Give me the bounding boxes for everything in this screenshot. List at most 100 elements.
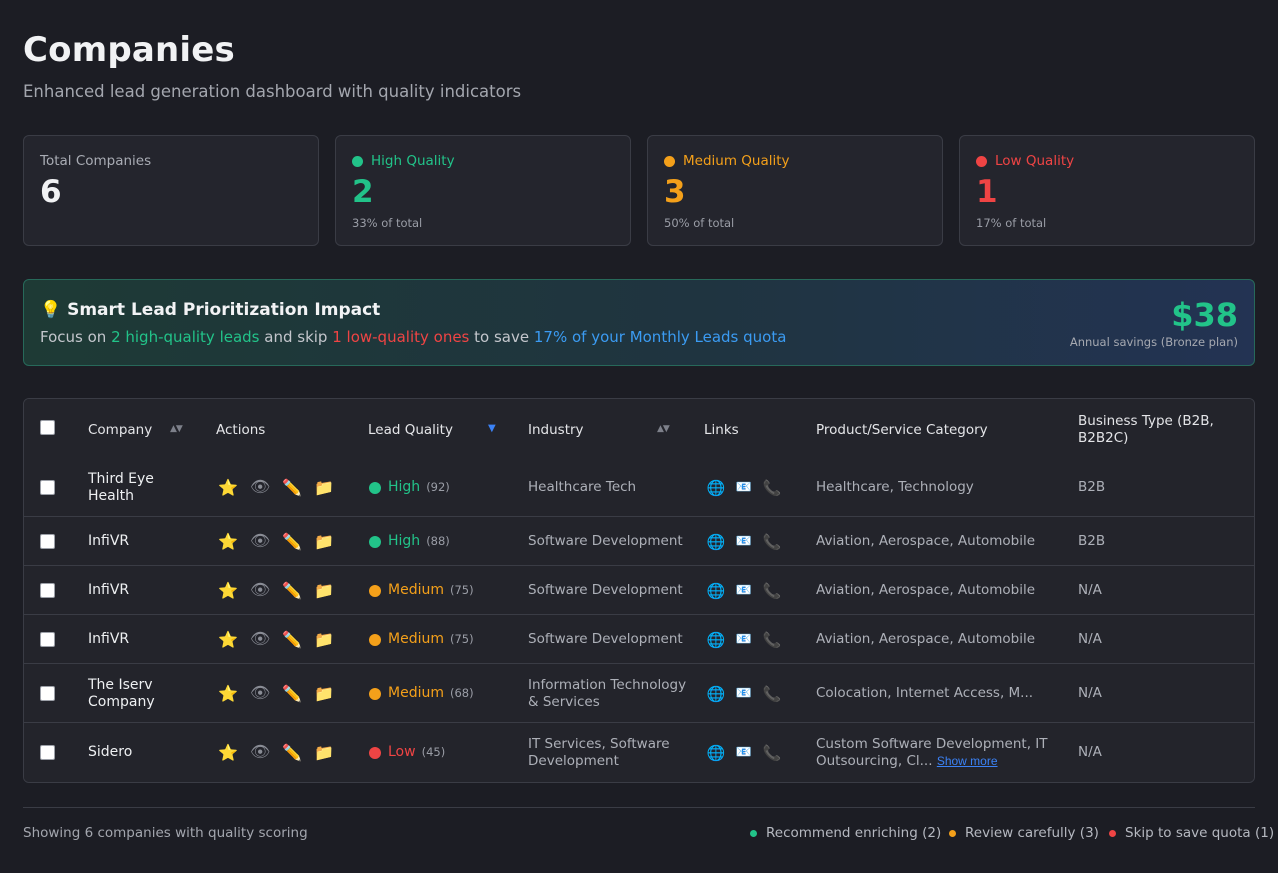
email-icon[interactable]: 📧: [734, 479, 754, 497]
star-icon[interactable]: ⭐: [218, 684, 238, 703]
row-checkbox[interactable]: [40, 582, 55, 598]
lead-quality: Low (45): [388, 744, 445, 761]
table-row[interactable]: InfiVR ⭐ 👁 ✏️ 📁 Medium (75) Software Developmen…: [24, 566, 1254, 615]
email-icon[interactable]: 📧: [734, 582, 754, 600]
globe-icon[interactable]: 🌐: [706, 533, 726, 551]
email-icon[interactable]: 📧: [734, 685, 754, 703]
phone-icon[interactable]: 📞: [762, 685, 782, 703]
row-checkbox[interactable]: [40, 685, 55, 701]
category-text: Aviation, Aerospace, Automobile: [816, 630, 1036, 647]
row-checkbox[interactable]: [40, 631, 55, 647]
globe-icon[interactable]: 🌐: [706, 631, 726, 649]
quality-dot-icon: [369, 746, 381, 759]
column-header-lead-quality[interactable]: Lead Quality: [368, 422, 453, 439]
quality-score: (92): [426, 479, 450, 494]
email-icon[interactable]: 📧: [734, 744, 754, 762]
company-name[interactable]: Sidero: [88, 744, 178, 761]
industry: Information Technology & Services: [528, 676, 687, 710]
legend-skip: Skip to save quota (1): [1109, 825, 1274, 841]
footer-divider: [23, 807, 1255, 808]
folder-icon[interactable]: 📁: [314, 478, 334, 497]
star-icon[interactable]: ⭐: [218, 581, 238, 600]
eye-icon[interactable]: 👁: [250, 477, 270, 496]
phone-icon[interactable]: 📞: [762, 631, 782, 649]
phone-icon[interactable]: 📞: [762, 582, 782, 600]
quality-score: (45): [421, 744, 446, 759]
company-name[interactable]: InfiVR: [88, 533, 178, 550]
category: Aviation, Aerospace, Automobile: [816, 582, 1056, 599]
folder-icon[interactable]: 📁: [314, 743, 334, 762]
column-header-company[interactable]: Company: [88, 422, 152, 439]
phone-icon[interactable]: 📞: [762, 479, 782, 497]
red-dot-icon: [1109, 829, 1116, 837]
star-icon[interactable]: ⭐: [218, 478, 238, 497]
eye-icon[interactable]: 👁: [250, 580, 270, 599]
stat-subtext: 33% of total: [352, 216, 423, 230]
quality-label: High: [388, 532, 421, 549]
industry: Software Development: [528, 581, 683, 598]
globe-icon[interactable]: 🌐: [706, 582, 726, 600]
lead-quality: Medium (75): [388, 631, 474, 648]
globe-icon[interactable]: 🌐: [706, 744, 726, 762]
globe-icon[interactable]: 🌐: [706, 685, 726, 703]
star-icon[interactable]: ⭐: [218, 532, 238, 551]
edit-icon[interactable]: ✏️: [282, 684, 302, 703]
quality-score: (75): [449, 631, 474, 646]
banner-text: Focus on 2 high-quality leads and skip 1…: [40, 328, 786, 346]
star-icon[interactable]: ⭐: [218, 743, 238, 762]
company-name[interactable]: Third Eye Health: [88, 471, 178, 505]
footer-summary: Showing 6 companies with quality scoring: [23, 825, 308, 841]
quality-dot-icon: [369, 535, 381, 548]
sort-icon[interactable]: ▲▼: [170, 424, 183, 434]
column-header-industry[interactable]: Industry: [528, 422, 584, 439]
edit-icon[interactable]: ✏️: [282, 478, 302, 497]
folder-icon[interactable]: 📁: [314, 581, 334, 600]
show-more-link[interactable]: Show more: [937, 754, 998, 768]
phone-icon[interactable]: 📞: [762, 533, 782, 551]
eye-icon[interactable]: 👁: [250, 629, 270, 648]
company-name[interactable]: The Iserv Company: [88, 677, 178, 711]
folder-icon[interactable]: 📁: [314, 630, 334, 649]
lead-quality: High (88): [388, 533, 450, 550]
quality-dot-icon: [369, 687, 381, 700]
eye-icon[interactable]: 👁: [250, 683, 270, 702]
sort-icon[interactable]: ▲▼: [657, 424, 670, 434]
company-name[interactable]: InfiVR: [88, 582, 178, 599]
table-row[interactable]: Sidero ⭐ 👁 ✏️ 📁 Low (45) IT Services, Software …: [24, 723, 1254, 782]
category-text: Healthcare, Technology: [816, 478, 974, 495]
eye-icon[interactable]: 👁: [250, 742, 270, 761]
row-checkbox[interactable]: [40, 479, 55, 495]
row-checkbox[interactable]: [40, 744, 55, 760]
edit-icon[interactable]: ✏️: [282, 532, 302, 551]
globe-icon[interactable]: 🌐: [706, 479, 726, 497]
high-quality-dot-icon: [352, 155, 363, 167]
edit-icon[interactable]: ✏️: [282, 743, 302, 762]
edit-icon[interactable]: ✏️: [282, 581, 302, 600]
row-checkbox[interactable]: [40, 533, 55, 549]
select-all-checkbox[interactable]: [40, 420, 55, 435]
low-quality-dot-icon: [976, 155, 987, 167]
prioritization-banner: 💡 Smart Lead Prioritization Impact Focus…: [23, 279, 1255, 366]
email-icon[interactable]: 📧: [734, 631, 754, 649]
business-type: N/A: [1078, 581, 1102, 598]
category-text: Custom Software Development, IT Outsourc…: [816, 735, 1048, 769]
phone-icon[interactable]: 📞: [762, 744, 782, 762]
folder-icon[interactable]: 📁: [314, 684, 334, 703]
sort-desc-icon[interactable]: ▼: [488, 423, 496, 434]
stat-value: 3: [664, 174, 686, 210]
banner-low-leads: 1 low-quality ones: [332, 328, 470, 346]
eye-icon[interactable]: 👁: [250, 531, 270, 550]
company-name[interactable]: InfiVR: [88, 631, 178, 648]
table-row[interactable]: Third Eye Health ⭐ 👁 ✏️ 📁 High (92) Healthcare …: [24, 458, 1254, 517]
edit-icon[interactable]: ✏️: [282, 630, 302, 649]
email-icon[interactable]: 📧: [734, 533, 754, 551]
table-row[interactable]: The Iserv Company ⭐ 👁 ✏️ 📁 Medium (68) Informat…: [24, 664, 1254, 723]
legend-enrich: Recommend enriching (2): [750, 825, 941, 841]
star-icon[interactable]: ⭐: [218, 630, 238, 649]
folder-icon[interactable]: 📁: [314, 532, 334, 551]
table-row[interactable]: InfiVR ⭐ 👁 ✏️ 📁 Medium (75) Software Developmen…: [24, 615, 1254, 664]
stat-value: 1: [976, 174, 998, 210]
stat-subtext: 50% of total: [664, 216, 735, 230]
table-row[interactable]: InfiVR ⭐ 👁 ✏️ 📁 High (88) Software Development 🌐…: [24, 517, 1254, 566]
page-title: Companies: [23, 30, 235, 70]
